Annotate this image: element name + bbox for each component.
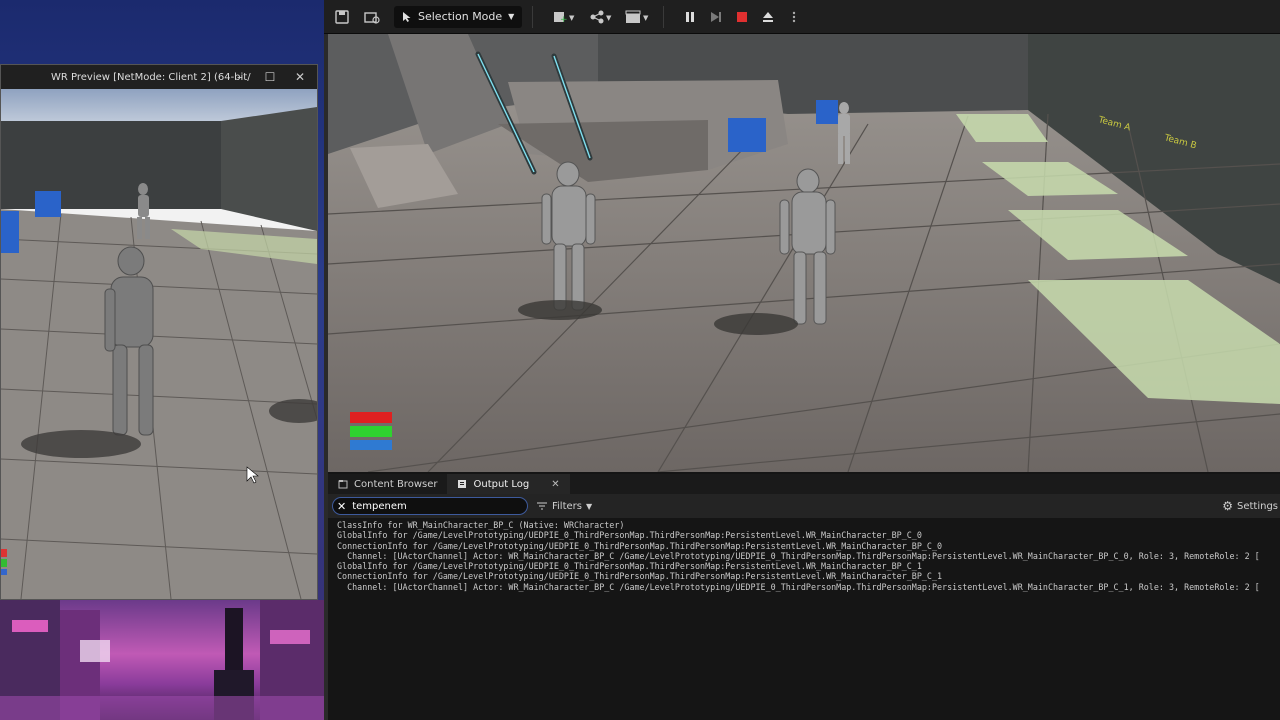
level-scene: Team A Team B bbox=[328, 34, 1280, 472]
selection-mode-label: Selection Mode bbox=[418, 10, 503, 23]
toolbar-separator bbox=[532, 5, 534, 28]
log-line: Channel: [UActorChannel] Actor: WR_MainC… bbox=[337, 550, 1260, 561]
chevron-down-icon: ▼ bbox=[508, 12, 515, 21]
settings-label: Settings bbox=[1236, 500, 1278, 512]
tab-content-browser[interactable]: Content Browser bbox=[328, 474, 447, 494]
pause-icon[interactable] bbox=[678, 6, 702, 28]
tab-output-log[interactable]: Output Log ✕ bbox=[447, 474, 570, 494]
gear-icon: ⚙ bbox=[1222, 499, 1233, 513]
city-illustration bbox=[0, 600, 324, 720]
folder-icon bbox=[338, 480, 348, 489]
desktop-background: WR Preview [NetMode: Client 2] (64-bit/ … bbox=[0, 0, 324, 720]
log-line: GlobalInfo for /Game/LevelPrototyping/UE… bbox=[337, 561, 922, 572]
log-line: Channel: [UActorChannel] Actor: WR_MainC… bbox=[337, 581, 1260, 592]
skip-frame-icon[interactable] bbox=[704, 6, 728, 28]
settings-button[interactable]: ⚙ Settings bbox=[1222, 499, 1278, 513]
output-log[interactable]: ClassInfo for WR_MainCharacter_BP_C (Nat… bbox=[328, 518, 1280, 720]
selection-mode-button[interactable]: Selection Mode ▼ bbox=[394, 5, 523, 28]
close-icon[interactable]: ✕ bbox=[285, 65, 315, 89]
preview-title: WR Preview [NetMode: Client 2] (64-bit/ bbox=[51, 71, 251, 83]
tab-label: Output Log bbox=[473, 478, 530, 490]
add-actor-icon[interactable]: + ▼ bbox=[551, 6, 581, 28]
close-tab-icon[interactable]: ✕ bbox=[551, 479, 559, 490]
level-viewport[interactable]: Team A Team B bbox=[328, 34, 1280, 472]
save-icon[interactable] bbox=[330, 6, 354, 28]
clear-search-icon[interactable]: ✕ bbox=[337, 500, 346, 513]
preview-title-bar[interactable]: WR Preview [NetMode: Client 2] (64-bit/ … bbox=[1, 65, 317, 89]
preview-game-view[interactable] bbox=[1, 89, 317, 599]
background-city-photo bbox=[0, 600, 324, 720]
tab-label: Content Browser bbox=[354, 478, 438, 490]
log-icon bbox=[458, 480, 467, 488]
minimize-icon[interactable]: – bbox=[225, 65, 255, 89]
cursor-icon bbox=[403, 11, 411, 22]
log-line: ConnectionInfo for /Game/LevelPrototypin… bbox=[337, 571, 943, 582]
preview-window: WR Preview [NetMode: Client 2] (64-bit/ … bbox=[0, 64, 318, 600]
log-line: GlobalInfo for /Game/LevelPrototyping/UE… bbox=[337, 530, 922, 541]
search-input[interactable] bbox=[352, 500, 513, 512]
svg-text:▼: ▼ bbox=[643, 14, 649, 22]
bottom-panel-tabs: Content Browser Output Log ✕ bbox=[328, 474, 1280, 494]
maximize-icon[interactable]: ☐ bbox=[255, 65, 285, 89]
cinematics-icon[interactable]: ▼ bbox=[623, 6, 653, 28]
filter-icon bbox=[537, 502, 547, 510]
log-filter-bar: ✕ Filters ▼ ⚙ Settings bbox=[328, 494, 1280, 518]
toolbar-separator bbox=[663, 5, 665, 28]
eject-icon[interactable] bbox=[756, 6, 780, 28]
blueprint-icon[interactable]: ▼ bbox=[587, 6, 617, 28]
more-options-icon[interactable] bbox=[782, 6, 806, 28]
log-line: ClassInfo for WR_MainCharacter_BP_C (Nat… bbox=[337, 520, 625, 530]
stop-icon[interactable] bbox=[730, 6, 754, 28]
preview-scene bbox=[1, 89, 317, 599]
svg-text:+: + bbox=[560, 15, 568, 24]
editor-toolbar: Selection Mode ▼ + ▼ ▼ ▼ bbox=[324, 0, 1280, 34]
browse-icon[interactable] bbox=[360, 6, 384, 28]
filters-dropdown[interactable]: Filters ▼ bbox=[536, 501, 592, 512]
filters-label: Filters bbox=[552, 500, 582, 512]
svg-text:▼: ▼ bbox=[606, 14, 612, 22]
chevron-down-icon: ▼ bbox=[585, 501, 593, 511]
svg-text:▼: ▼ bbox=[569, 14, 575, 22]
app-root: WR Preview [NetMode: Client 2] (64-bit/ … bbox=[0, 0, 1280, 720]
log-line: ConnectionInfo for /Game/LevelPrototypin… bbox=[337, 540, 943, 551]
search-box: ✕ bbox=[332, 497, 528, 515]
